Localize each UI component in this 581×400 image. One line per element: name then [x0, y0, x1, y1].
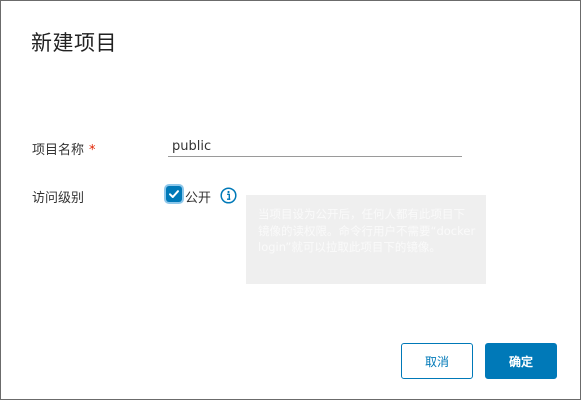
required-marker: *: [89, 143, 96, 158]
confirm-button[interactable]: 确定: [485, 343, 557, 379]
access-level-label: 访问级别: [32, 191, 85, 206]
project-name-label: 项目名称 *: [32, 139, 96, 158]
dialog-title: 新建项目: [31, 31, 117, 55]
checkmark-icon: [169, 190, 179, 198]
access-level-tooltip: 当项目设为公开后，任何人都有此项目下镜像的读权限。命令行用户不需要“docker…: [246, 195, 486, 284]
new-project-dialog: 新建项目 项目名称 * 访问级别 公开 当项目设为公开后，任何人都有此项目下镜像的…: [0, 0, 581, 400]
cancel-button[interactable]: 取消: [401, 343, 473, 379]
project-name-label-text: 项目名称: [32, 143, 85, 158]
info-icon[interactable]: [220, 187, 237, 204]
public-checkbox[interactable]: [166, 186, 182, 202]
project-name-input[interactable]: [168, 136, 462, 157]
tooltip-text: 当项目设为公开后，任何人都有此项目下镜像的读权限。命令行用户不需要“docker…: [258, 207, 476, 254]
public-checkbox-label[interactable]: 公开: [185, 187, 211, 206]
